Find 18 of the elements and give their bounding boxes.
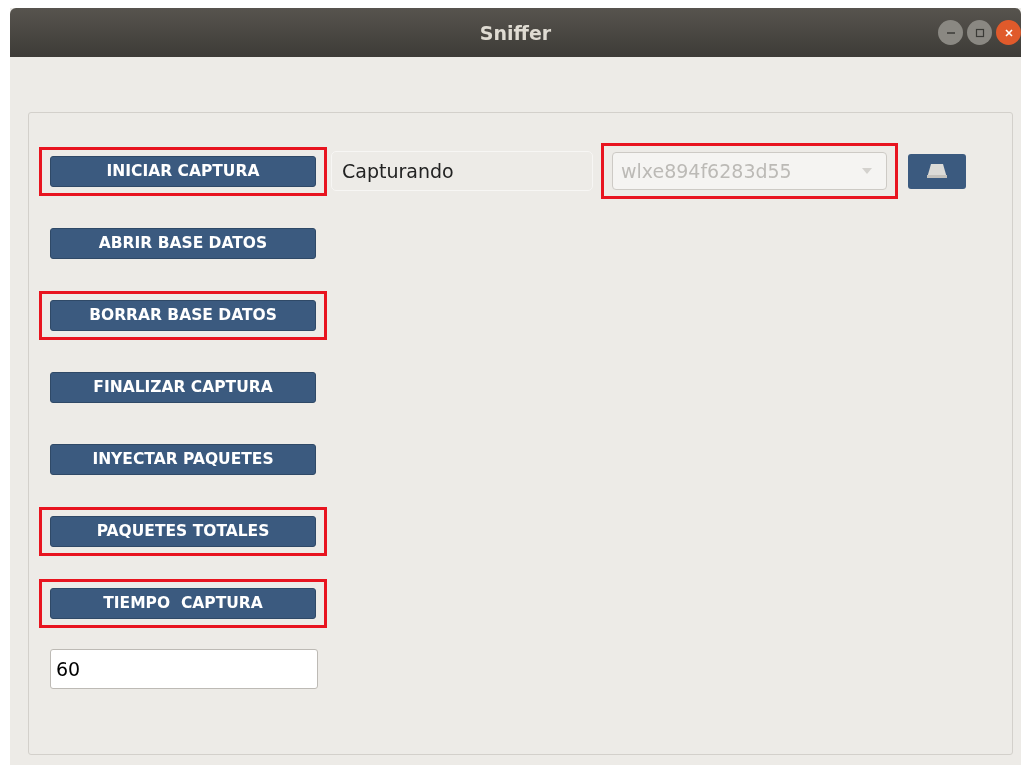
window-title: Sniffer <box>479 21 552 44</box>
drive-icon <box>926 163 948 179</box>
maximize-button[interactable] <box>967 20 992 45</box>
caret-icon <box>862 168 872 174</box>
close-icon <box>1003 27 1014 38</box>
action-button[interactable]: PAQUETES TOTALES <box>50 515 316 547</box>
minimize-button[interactable] <box>938 20 963 45</box>
close-button[interactable] <box>996 20 1021 45</box>
action-button[interactable]: ABRIR BASE DATOS <box>50 227 316 259</box>
action-button[interactable]: FINALIZAR CAPTURA <box>50 371 316 403</box>
drive-button[interactable] <box>908 153 966 189</box>
action-button[interactable]: BORRAR BASE DATOS <box>50 299 316 331</box>
action-button[interactable]: INICIAR CAPTURA <box>50 155 316 187</box>
action-button[interactable]: TIEMPO CAPTURA <box>50 587 316 619</box>
maximize-icon <box>974 27 985 38</box>
status-field: Capturando <box>331 151 593 191</box>
time-input-field[interactable]: 60 <box>50 649 318 689</box>
action-button[interactable]: INYECTAR PAQUETES <box>50 443 316 475</box>
